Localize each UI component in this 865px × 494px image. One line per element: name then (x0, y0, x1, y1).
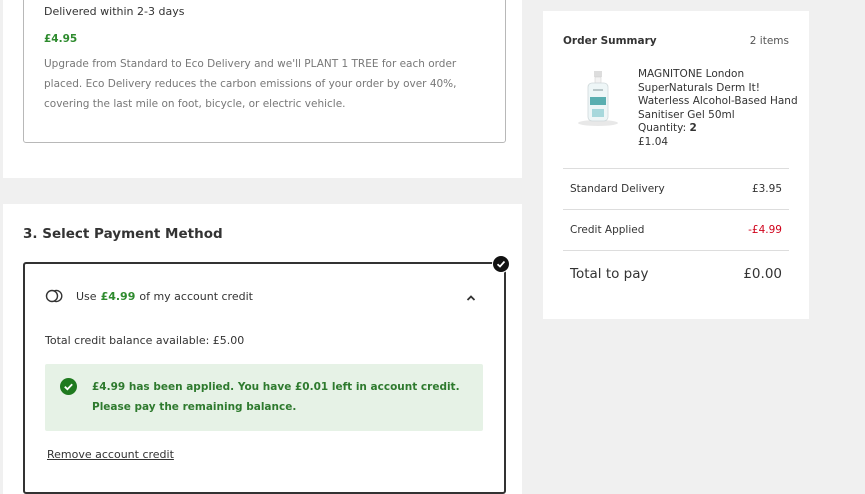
product-info: MAGNITONE London SuperNaturals Derm It! … (638, 68, 798, 149)
order-summary-panel: Order Summary 2 items MAGNITONE London S… (543, 11, 809, 319)
delivery-price: £4.95 (44, 33, 78, 45)
credit-row-value: -£4.99 (748, 224, 782, 236)
eco-delivery-option[interactable]: Delivered within 2-3 days £4.95 Upgrade … (23, 0, 506, 143)
credit-prefix: Use (76, 289, 97, 303)
divider (563, 250, 789, 251)
credit-applied-notice: £4.99 has been applied. You have £0.01 l… (45, 364, 483, 431)
quantity-label: Quantity: (638, 122, 687, 134)
product-quantity: Quantity: 2 (638, 122, 798, 136)
quantity-value: 2 (689, 122, 697, 134)
product-price: £1.04 (638, 135, 669, 148)
delivery-subtitle: Delivered within 2-3 days (44, 5, 185, 18)
divider (563, 209, 789, 210)
product-name: MAGNITONE London SuperNaturals Derm It! … (638, 68, 798, 121)
credit-applied-message: £4.99 has been applied. You have £0.01 l… (92, 381, 460, 413)
checkmark-badge-icon (492, 255, 510, 273)
account-credit-option[interactable]: Use £4.99 of my account credit Total cre… (23, 262, 506, 494)
delivery-row-value: £3.95 (751, 183, 782, 195)
summary-item-count: 2 items (749, 35, 789, 47)
total-value: £0.00 (743, 266, 782, 282)
divider (563, 168, 789, 169)
remove-credit-link[interactable]: Remove account credit (47, 448, 174, 461)
delivery-description: Upgrade from Standard to Eco Delivery an… (44, 58, 457, 110)
check-circle-icon (60, 378, 77, 395)
credit-header[interactable]: Use £4.99 of my account credit (45, 288, 253, 304)
delivery-row-label: Standard Delivery (570, 183, 665, 195)
delivery-panel: Delivered within 2-3 days £4.95 Upgrade … (3, 0, 522, 178)
chevron-up-icon[interactable] (465, 292, 477, 304)
credit-balance-text: Total credit balance available: £5.00 (45, 334, 245, 347)
coins-icon (45, 289, 63, 303)
credit-row-label: Credit Applied (570, 224, 645, 236)
total-label: Total to pay (570, 266, 649, 282)
credit-amount: £4.99 (100, 289, 136, 303)
section-title: 3. Select Payment Method (23, 226, 223, 242)
product-image (578, 71, 618, 126)
summary-title: Order Summary (563, 35, 657, 47)
credit-suffix: of my account credit (139, 289, 253, 303)
payment-panel: 3. Select Payment Method Use £4.99 of my… (3, 204, 522, 494)
